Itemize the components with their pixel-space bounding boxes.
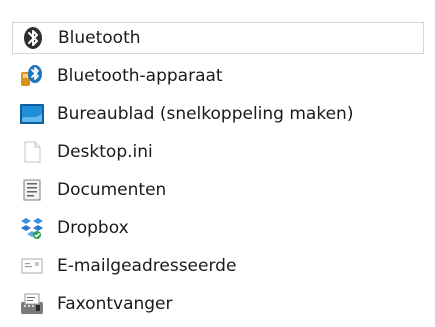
menu-item-label: Dropbox xyxy=(57,218,129,238)
dropbox-icon xyxy=(20,216,44,240)
menu-item-desktop-ini[interactable]: Desktop.ini xyxy=(12,136,424,168)
menu-item-dropbox[interactable]: Dropbox xyxy=(12,212,424,244)
bluetooth-device-icon xyxy=(20,64,44,88)
menu-item-desktop-shortcut[interactable]: Bureaublad (snelkoppeling maken) xyxy=(12,98,424,130)
send-to-menu: Bluetooth Bluetooth-apparaat Bureaublad … xyxy=(0,0,435,327)
menu-item-label: Desktop.ini xyxy=(57,142,153,162)
desktop-icon xyxy=(20,102,44,126)
menu-item-mail-recipient[interactable]: E-mailgeadresseerde xyxy=(12,250,424,282)
menu-item-label: Bureaublad (snelkoppeling maken) xyxy=(57,104,354,124)
menu-item-fax-recipient[interactable]: Faxontvanger xyxy=(12,288,424,320)
menu-item-label: Documenten xyxy=(57,180,167,200)
mail-recipient-icon xyxy=(20,254,44,278)
menu-item-label: Bluetooth xyxy=(58,28,141,48)
menu-item-documents[interactable]: Documenten xyxy=(12,174,424,206)
menu-item-label: Faxontvanger xyxy=(57,294,173,314)
menu-item-label: Bluetooth-apparaat xyxy=(57,66,223,86)
menu-item-label: E-mailgeadresseerde xyxy=(57,256,237,276)
menu-item-bluetooth-device[interactable]: Bluetooth-apparaat xyxy=(12,60,424,92)
bluetooth-icon xyxy=(21,26,45,50)
documents-icon xyxy=(20,178,44,202)
fax-recipient-icon xyxy=(20,292,44,316)
menu-item-bluetooth[interactable]: Bluetooth xyxy=(12,22,424,54)
file-icon xyxy=(20,140,44,164)
